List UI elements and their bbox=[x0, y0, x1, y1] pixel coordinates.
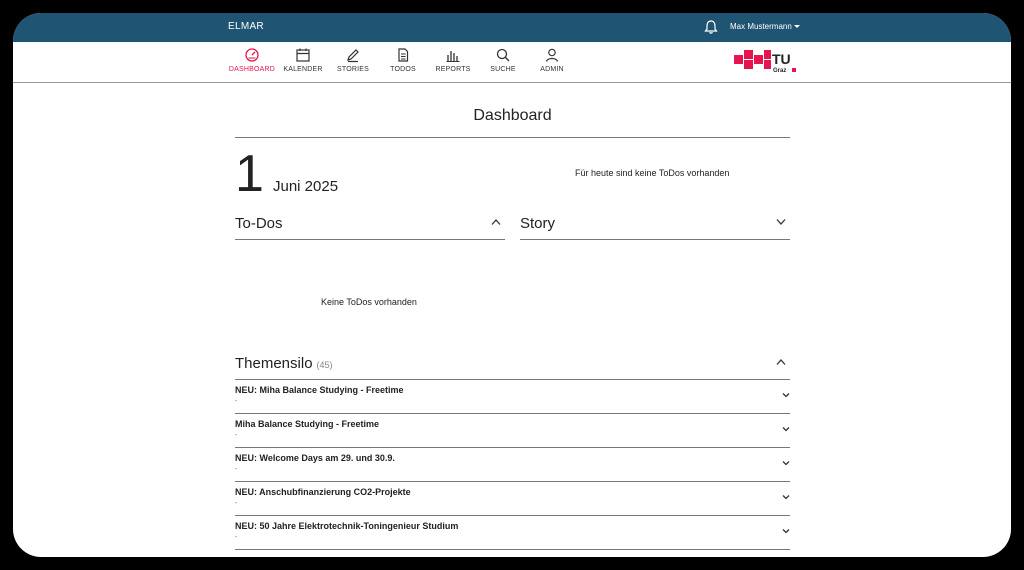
nav-label: SUCHE bbox=[490, 66, 516, 73]
chevron-down-icon[interactable] bbox=[782, 426, 790, 432]
themensilo-count: (45) bbox=[316, 360, 333, 370]
nav-admin[interactable]: ADMIN bbox=[524, 47, 580, 73]
calendar-icon bbox=[296, 48, 310, 62]
list-item[interactable]: NEU: Welcome Days am 29. und 30.9. - bbox=[235, 448, 790, 482]
tu-graz-logo[interactable]: TU Graz bbox=[734, 49, 800, 77]
notification-bell-icon[interactable] bbox=[703, 19, 719, 35]
search-icon bbox=[496, 48, 510, 62]
list-item-subtitle: - bbox=[235, 500, 238, 507]
user-name: Max Mustermann bbox=[730, 22, 792, 31]
list-item[interactable]: NEU: Miha Balance Studying - Freetime - bbox=[235, 380, 790, 414]
themensilo-title: Themensilo (45) bbox=[235, 355, 333, 372]
nav-kalender[interactable]: KALENDER bbox=[275, 47, 331, 73]
chevron-down-icon[interactable] bbox=[776, 218, 786, 226]
nav-label: DASHBOARD bbox=[228, 66, 276, 73]
nav-dashboard[interactable]: DASHBOARD bbox=[224, 47, 280, 73]
list-item-subtitle: - bbox=[235, 534, 238, 541]
date-section: 1 Juni 2025 Für heute sind keine ToDos v… bbox=[235, 138, 790, 218]
list-item[interactable]: NEU: 50 Jahre Elektrotechnik-Toningenieu… bbox=[235, 516, 790, 550]
themensilo-title-text: Themensilo bbox=[235, 355, 313, 372]
user-icon bbox=[545, 48, 559, 62]
todos-empty-message: Keine ToDos vorhanden bbox=[321, 297, 417, 307]
nav-reports[interactable]: REPORTS bbox=[425, 47, 481, 73]
date-day: 1 bbox=[235, 145, 264, 203]
list-item-title: NEU: Miha Balance Studying - Freetime bbox=[235, 385, 404, 395]
svg-text:Graz: Graz bbox=[773, 68, 786, 74]
page-title: Dashboard bbox=[235, 83, 790, 138]
nav-label: TODOS bbox=[390, 66, 416, 73]
chevron-down-icon bbox=[793, 25, 800, 29]
list-item[interactable]: NEU: Anschubfinanzierung CO2-Projekte - bbox=[235, 482, 790, 516]
today-todos-note: Für heute sind keine ToDos vorhanden bbox=[575, 168, 730, 178]
nav-stories[interactable]: STORIES bbox=[325, 47, 381, 73]
nav-todos[interactable]: TODOS bbox=[375, 47, 431, 73]
nav-label: ADMIN bbox=[540, 66, 564, 73]
chevron-down-icon[interactable] bbox=[782, 528, 790, 534]
user-menu[interactable]: Max Mustermann bbox=[730, 22, 800, 31]
speedometer-icon bbox=[245, 48, 259, 62]
list-item-subtitle: - bbox=[235, 466, 238, 473]
chevron-down-icon[interactable] bbox=[782, 392, 790, 398]
svg-text:TU: TU bbox=[772, 51, 791, 67]
chevron-up-icon[interactable] bbox=[776, 358, 786, 366]
chevron-down-icon[interactable] bbox=[782, 460, 790, 466]
list-item-title: NEU: 50 Jahre Elektrotechnik-Toningenieu… bbox=[235, 521, 459, 531]
nav-label: STORIES bbox=[336, 66, 369, 73]
list-item-subtitle: - bbox=[235, 398, 238, 405]
dashboard-content: Dashboard 1 Juni 2025 Für heute sind kei… bbox=[235, 83, 790, 550]
app-window: ELMAR Max Mustermann DASHBOARD KALENDER … bbox=[13, 13, 1011, 557]
chevron-up-icon[interactable] bbox=[491, 218, 501, 226]
date-month-year: Juni 2025 bbox=[273, 178, 339, 195]
pencil-icon bbox=[347, 49, 359, 63]
bar-chart-icon bbox=[446, 51, 460, 62]
top-bar: ELMAR Max Mustermann bbox=[13, 13, 1011, 42]
nav-suche[interactable]: SUCHE bbox=[475, 47, 531, 73]
nav-label: REPORTS bbox=[435, 66, 471, 73]
main-nav: DASHBOARD KALENDER STORIES TODOS REPORTS… bbox=[13, 42, 1011, 83]
chevron-down-icon[interactable] bbox=[782, 494, 790, 500]
list-item-title: NEU: Anschubfinanzierung CO2-Projekte bbox=[235, 487, 411, 497]
themensilo-list: NEU: Miha Balance Studying - Freetime - … bbox=[235, 380, 790, 550]
nav-label: KALENDER bbox=[283, 66, 323, 73]
themensilo-header[interactable]: Themensilo (45) bbox=[235, 343, 790, 380]
list-item-title: Miha Balance Studying - Freetime bbox=[235, 419, 380, 429]
story-panel-header[interactable]: Story bbox=[520, 207, 790, 240]
app-title[interactable]: ELMAR bbox=[228, 21, 264, 32]
list-item[interactable]: Miha Balance Studying - Freetime - bbox=[235, 414, 790, 448]
todos-panel-header[interactable]: To-Dos bbox=[235, 207, 505, 240]
document-icon bbox=[398, 48, 409, 62]
todos-panel-title: To-Dos bbox=[235, 215, 283, 232]
list-item-subtitle: - bbox=[235, 432, 238, 439]
list-item-title: NEU: Welcome Days am 29. und 30.9. bbox=[235, 453, 395, 463]
story-panel-title: Story bbox=[520, 215, 556, 232]
